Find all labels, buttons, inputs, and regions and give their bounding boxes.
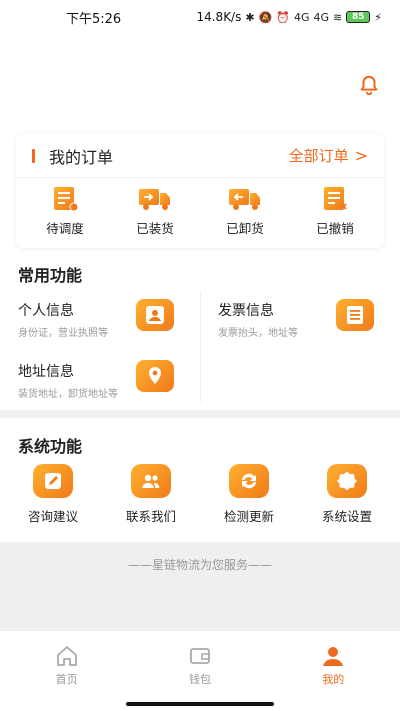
orders-status-row: 待调度 已装货 已卸货 已撤销 bbox=[16, 186, 384, 237]
address-info-subtitle: 装货地址，卸货地址等 bbox=[18, 389, 118, 400]
common-functions-title: 常用功能 bbox=[18, 266, 83, 285]
order-status-label: 已撤销 bbox=[316, 221, 354, 236]
settings-icon bbox=[327, 464, 367, 498]
tab-wallet-label: 钱包 bbox=[188, 673, 211, 686]
invoice-info-subtitle: 发票抬头，地址等 bbox=[218, 328, 298, 339]
status-time: 下午5:26 bbox=[66, 11, 122, 27]
footer-area: ——星链物流为您服务—— bbox=[0, 542, 400, 630]
invoice-info-item[interactable]: 发票信息 发票抬头，地址等 bbox=[218, 300, 298, 339]
invoice-icon[interactable] bbox=[336, 299, 374, 331]
edit-icon bbox=[33, 464, 73, 498]
mute-icon: 🔕 bbox=[258, 10, 273, 24]
check-update-item[interactable]: 检测更新 bbox=[205, 464, 293, 525]
orders-header: 我的订单 全部订单 > bbox=[16, 134, 384, 178]
order-status-pending[interactable]: 待调度 bbox=[25, 186, 105, 237]
contact-us-item[interactable]: 联系我们 bbox=[107, 464, 195, 525]
check-update-label: 检测更新 bbox=[223, 509, 274, 524]
orders-title: 我的订单 bbox=[49, 147, 114, 167]
battery-icon: 85 bbox=[346, 11, 371, 23]
refresh-icon bbox=[229, 464, 269, 498]
all-orders-label: 全部订单 bbox=[288, 147, 349, 165]
personal-info-title: 个人信息 bbox=[18, 303, 74, 319]
user-icon bbox=[323, 647, 344, 666]
orders-card: 我的订单 全部订单 > 待调度 已装货 已卸货 已撤销 bbox=[16, 134, 384, 248]
contacts-icon bbox=[131, 464, 171, 498]
order-status-label: 已卸货 bbox=[226, 221, 264, 236]
contact-us-label: 联系我们 bbox=[125, 509, 176, 524]
tab-mine[interactable]: 我的 bbox=[267, 631, 400, 700]
home-icon bbox=[56, 646, 77, 666]
signal-2-icon: 4G bbox=[313, 10, 330, 24]
feedback-item[interactable]: 咨询建议 bbox=[9, 464, 97, 525]
personal-info-item[interactable]: 个人信息 身份证，营业执照等 bbox=[18, 300, 108, 339]
bottom-tab-bar: 首页 钱包 我的 bbox=[0, 630, 400, 700]
invoice-info-text: 发票信息 发票抬头，地址等 bbox=[218, 300, 298, 339]
settings-label: 系统设置 bbox=[321, 509, 372, 524]
settings-item[interactable]: 系统设置 bbox=[303, 464, 391, 525]
loaded-truck-icon bbox=[139, 189, 170, 210]
system-functions-row: 咨询建议 联系我们 检测更新 系统设置 bbox=[0, 464, 400, 525]
common-divider bbox=[200, 292, 201, 402]
status-bar: 下午5:26 14.8K/s ✱ 🔕 ⏰ 4G 4G ≋ 85 ⚡ bbox=[0, 0, 400, 34]
charging-icon: ⚡ bbox=[374, 10, 382, 24]
slogan-text: ——星链物流为您服务—— bbox=[127, 558, 272, 572]
signal-1-icon: 4G bbox=[293, 10, 310, 24]
address-info-text: 地址信息 装货地址，卸货地址等 bbox=[18, 361, 118, 400]
order-status-label: 已装货 bbox=[136, 221, 174, 236]
alarm-icon: ⏰ bbox=[276, 10, 290, 24]
personal-info-text: 个人信息 身份证，营业执照等 bbox=[18, 300, 108, 339]
personal-info-subtitle: 身份证，营业执照等 bbox=[18, 328, 108, 339]
bell-icon[interactable] bbox=[358, 74, 380, 96]
tab-home[interactable]: 首页 bbox=[0, 631, 133, 700]
unloaded-truck-icon bbox=[229, 189, 260, 210]
invoice-info-title: 发票信息 bbox=[218, 303, 274, 319]
cancelled-doc-icon bbox=[324, 187, 347, 210]
order-status-cancelled[interactable]: 已撤销 bbox=[295, 186, 375, 237]
tab-home-label: 首页 bbox=[55, 673, 78, 686]
order-status-loaded[interactable]: 已装货 bbox=[115, 186, 195, 237]
address-info-title: 地址信息 bbox=[18, 364, 74, 380]
order-status-unloaded[interactable]: 已卸货 bbox=[205, 186, 285, 237]
address-info-item[interactable]: 地址信息 装货地址，卸货地址等 bbox=[18, 361, 118, 400]
status-icons: 14.8K/s ✱ 🔕 ⏰ 4G 4G ≋ 85 ⚡ bbox=[196, 10, 382, 24]
feedback-label: 咨询建议 bbox=[27, 509, 78, 524]
chevron-right-icon: > bbox=[354, 146, 368, 165]
bluetooth-icon: ✱ bbox=[245, 10, 255, 24]
wifi-icon: ≋ bbox=[333, 10, 343, 24]
system-functions-title: 系统功能 bbox=[18, 437, 83, 456]
profile-header bbox=[0, 34, 400, 134]
dispatch-icon bbox=[54, 187, 79, 212]
orders-title-bar bbox=[32, 148, 35, 163]
tab-mine-label: 我的 bbox=[322, 673, 345, 686]
location-icon[interactable] bbox=[136, 360, 174, 392]
wallet-icon bbox=[190, 648, 210, 664]
home-indicator bbox=[126, 702, 274, 706]
order-status-label: 待调度 bbox=[46, 221, 84, 236]
network-speed: 14.8K/s bbox=[196, 10, 242, 24]
tab-wallet[interactable]: 钱包 bbox=[133, 631, 266, 700]
all-orders-link[interactable]: 全部订单 > bbox=[289, 145, 368, 166]
section-gap bbox=[0, 410, 400, 418]
person-icon[interactable] bbox=[136, 299, 174, 331]
